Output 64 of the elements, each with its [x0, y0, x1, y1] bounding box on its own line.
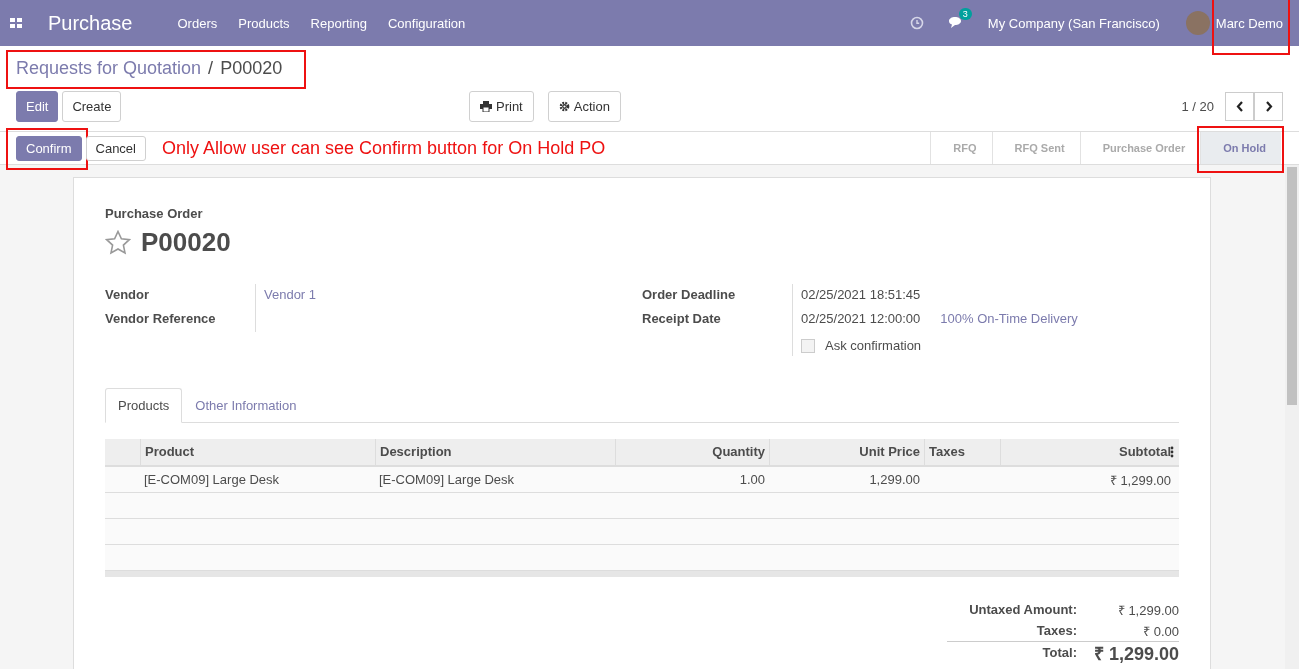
- column-header[interactable]: Unit Price: [769, 439, 924, 465]
- chevron-right-icon: [1264, 101, 1273, 112]
- breadcrumb-separator: /: [208, 57, 214, 79]
- record-title: P00020: [141, 227, 231, 258]
- status-stage[interactable]: On Hold: [1200, 132, 1281, 164]
- on-time-delivery-link[interactable]: 100% On-Time Delivery: [940, 311, 1078, 332]
- column-header[interactable]: Description: [375, 439, 615, 465]
- total-label: Taxes:: [1035, 623, 1077, 638]
- apps-grid-icon[interactable]: [10, 18, 22, 28]
- annotation-note: Only Allow user can see Confirm button for On Hold PO: [162, 137, 606, 159]
- breadcrumb-link[interactable]: Requests for Quotation: [16, 57, 202, 79]
- status-stage[interactable]: RFQ Sent: [991, 132, 1080, 164]
- table-cell: 1.00: [739, 472, 765, 487]
- notebook-tab[interactable]: Other Information: [182, 388, 310, 423]
- field-label: Vendor Reference: [105, 310, 217, 328]
- checkbox-label: Ask confirmation: [825, 338, 922, 353]
- user-name[interactable]: Marc Demo: [1215, 15, 1283, 31]
- action-button[interactable]: Action: [547, 91, 621, 122]
- table-cell: ₹ 1,299.00: [1109, 472, 1171, 488]
- create-button[interactable]: Create: [62, 91, 122, 122]
- column-header[interactable]: Product: [140, 439, 375, 465]
- clock-icon[interactable]: [909, 16, 924, 30]
- star-icon[interactable]: [105, 230, 131, 255]
- chevron-left-icon: [1235, 101, 1244, 112]
- total-value: ₹ 0.00: [1143, 622, 1179, 640]
- settings-icon: [558, 101, 570, 112]
- field-label: Order Deadline: [642, 286, 737, 304]
- menu-item[interactable]: Orders: [177, 15, 218, 31]
- table-cell: [E-COM09] Large Desk: [379, 472, 515, 487]
- scrollbar[interactable]: [1285, 165, 1299, 669]
- message-count-badge: 3: [958, 8, 972, 20]
- total-label: Untaxed Amount:: [968, 602, 1077, 617]
- edit-button[interactable]: Edit: [16, 91, 59, 122]
- previous-button[interactable]: [1225, 92, 1254, 121]
- date-value: 02/25/2021 12:00:00: [801, 311, 921, 328]
- total-value: ₹ 1,299.00: [1093, 642, 1179, 665]
- field-label: Vendor: [105, 286, 151, 304]
- menu-item[interactable]: Products: [238, 15, 290, 31]
- printer-icon: [480, 101, 492, 112]
- pager-counter: 1 / 20: [1181, 99, 1214, 114]
- notebook-tab[interactable]: Products: [105, 388, 183, 423]
- confirm-button[interactable]: Confirm: [16, 135, 82, 161]
- date-value: 02/25/2021 18:51:45: [801, 287, 921, 304]
- company-switcher[interactable]: My Company (San Francisco): [987, 15, 1160, 31]
- total-label: Total:: [1041, 645, 1077, 660]
- kebab-menu-icon[interactable]: [1170, 446, 1174, 458]
- breadcrumb-current: P00020: [220, 57, 283, 79]
- print-button[interactable]: Print: [469, 91, 534, 122]
- table-cell: 1,299.00: [869, 472, 920, 487]
- status-stage[interactable]: RFQ: [930, 132, 992, 164]
- app-name[interactable]: Purchase: [48, 11, 133, 35]
- column-header[interactable]: Quantity: [615, 439, 769, 465]
- menu-item[interactable]: Configuration: [387, 15, 466, 31]
- table-cell: [E-COM09] Large Desk: [144, 472, 280, 487]
- column-header[interactable]: Taxes: [924, 439, 1000, 465]
- total-value: ₹ 1,299.00: [1117, 601, 1179, 619]
- next-button[interactable]: [1254, 92, 1283, 121]
- vendor-link[interactable]: Vendor 1: [264, 287, 317, 308]
- cancel-button[interactable]: Cancel: [85, 135, 146, 161]
- chat-icon[interactable]: [947, 16, 964, 30]
- record-type-label: Purchase Order: [105, 206, 204, 221]
- menu-item[interactable]: Reporting: [310, 15, 367, 31]
- field-label: Receipt Date: [642, 310, 722, 328]
- checkbox[interactable]: [801, 338, 815, 353]
